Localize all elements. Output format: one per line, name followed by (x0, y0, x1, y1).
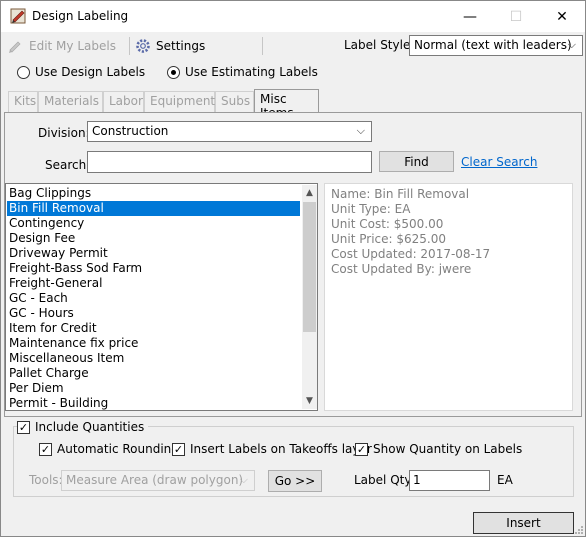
insert-labels-takeoffs-label: Insert Labels on Takeoffs layer (190, 442, 372, 456)
gear-icon (136, 39, 150, 53)
insert-labels-takeoffs-checkbox[interactable]: ✓ Insert Labels on Takeoffs layer (172, 442, 372, 456)
radio-circle-selected (167, 65, 180, 79)
division-select[interactable]: Construction ⌵ (87, 121, 372, 142)
design-labeling-window: Design Labeling — ☐ ✕ Edit My Labels Set… (0, 0, 586, 537)
toolbar-separator (262, 37, 263, 55)
title-bar: Design Labeling — ☐ ✕ (1, 1, 585, 32)
toolbar: Edit My Labels Settings Label Style: Nor… (1, 33, 585, 59)
edit-labels-icon (9, 41, 21, 53)
scroll-down-icon[interactable]: ▼ (302, 393, 317, 409)
use-estimating-labels-label: Use Estimating Labels (185, 65, 318, 79)
use-design-labels-radio[interactable]: Use Design Labels (17, 65, 145, 79)
list-item[interactable]: Miscellaneous Item (7, 351, 300, 366)
chevron-down-icon: ⌵ (567, 38, 576, 51)
go-button[interactable]: Go >> (268, 470, 322, 492)
edit-my-labels-button[interactable]: Edit My Labels (8, 37, 116, 55)
tab-labor[interactable]: Labor (103, 91, 144, 112)
detail-name: Name: Bin Fill Removal (331, 187, 470, 201)
list-item[interactable]: Freight-General (7, 276, 300, 291)
list-item[interactable]: Item for Credit (7, 321, 300, 336)
detail-unit-type: Unit Type: EA (331, 202, 411, 216)
tab-misc-items[interactable]: Misc Items (254, 89, 319, 120)
item-details-panel: Name: Bin Fill Removal Unit Type: EA Uni… (324, 183, 573, 411)
list-item[interactable]: Contingency (7, 216, 300, 231)
division-value: Construction (92, 124, 169, 138)
division-label: Division: (38, 126, 90, 140)
list-item[interactable]: Permit - Building (7, 396, 300, 410)
list-item[interactable]: Per Diem (7, 381, 300, 396)
items-list[interactable]: Bag Clippings Bin Fill Removal Contingen… (5, 183, 318, 411)
label-qty-input[interactable]: 1 (409, 470, 490, 491)
tab-subs[interactable]: Subs (215, 91, 254, 112)
show-quantity-label: Show Quantity on Labels (373, 442, 523, 456)
resize-grip-icon[interactable] (572, 523, 584, 535)
detail-unit-cost: Unit Cost: $500.00 (331, 217, 444, 231)
window-title: Design Labeling (32, 9, 129, 23)
edit-my-labels-label: Edit My Labels (29, 39, 116, 53)
qty-unit-label: EA (497, 473, 513, 487)
include-quantities-checkbox[interactable]: ✓ Include Quantities (17, 420, 149, 434)
list-item[interactable]: Maintenance fix price (7, 336, 300, 351)
automatic-rounding-label: Automatic Rounding (57, 442, 179, 456)
checkmark-icon: ✓ (39, 442, 52, 456)
chevron-down-icon: ⌵ (356, 124, 365, 137)
label-style-value: Normal (text with leaders) (414, 38, 572, 52)
detail-cost-updated-by: Cost Updated By: jwere (331, 262, 472, 276)
checkmark-icon: ✓ (172, 442, 185, 456)
label-qty-label: Label Qty: (354, 473, 415, 487)
list-item-selected[interactable]: Bin Fill Removal (6, 200, 301, 217)
scroll-up-icon[interactable]: ▲ (302, 185, 317, 201)
list-item[interactable]: GC - Hours (7, 306, 300, 321)
label-style-select[interactable]: Normal (text with leaders) ⌵ (409, 35, 583, 56)
chevron-down-icon: ⌵ (239, 473, 248, 486)
clear-search-link[interactable]: Clear Search (461, 155, 537, 169)
list-item[interactable]: Design Fee (7, 231, 300, 246)
tools-value: Measure Area (draw polygon) (66, 473, 244, 487)
settings-button[interactable]: Settings (135, 37, 205, 55)
tab-materials[interactable]: Materials (38, 91, 103, 112)
list-item[interactable]: Bag Clippings (7, 186, 300, 201)
radio-circle (17, 65, 30, 79)
use-estimating-labels-radio[interactable]: Use Estimating Labels (167, 65, 318, 79)
settings-label: Settings (156, 39, 206, 53)
list-item[interactable]: GC - Each (7, 291, 300, 306)
insert-button[interactable]: Insert (473, 512, 574, 534)
toolbar-separator (129, 37, 130, 55)
label-style-label: Label Style: (344, 38, 415, 52)
minimize-button[interactable]: — (447, 1, 493, 32)
tab-kits[interactable]: Kits (8, 91, 38, 112)
find-button[interactable]: Find (379, 151, 454, 172)
list-item[interactable]: Freight-Bass Sod Farm (7, 261, 300, 276)
tab-equipment[interactable]: Equipment (144, 91, 215, 112)
list-scrollbar[interactable]: ▲ ▼ (302, 185, 317, 409)
list-item[interactable]: Driveway Permit (7, 246, 300, 261)
use-design-labels-label: Use Design Labels (35, 65, 146, 79)
checkmark-icon: ✓ (17, 420, 30, 434)
search-label: Search: (45, 158, 91, 172)
maximize-button[interactable]: ☐ (493, 1, 539, 32)
include-quantities-label: Include Quantities (35, 420, 145, 434)
list-item[interactable]: Pallet Charge (7, 366, 300, 381)
show-quantity-checkbox[interactable]: ✓ Show Quantity on Labels (355, 442, 522, 456)
tools-label: Tools: (29, 473, 63, 487)
close-button[interactable]: ✕ (539, 1, 585, 32)
scroll-thumb[interactable] (303, 202, 316, 332)
detail-unit-price: Unit Price: $625.00 (331, 232, 446, 246)
automatic-rounding-checkbox[interactable]: ✓ Automatic Rounding (39, 442, 179, 456)
detail-cost-updated: Cost Updated: 2017-08-17 (331, 247, 491, 261)
tools-select[interactable]: Measure Area (draw polygon) ⌵ (61, 470, 255, 491)
search-input[interactable] (87, 151, 372, 173)
app-icon (10, 8, 26, 24)
checkmark-icon: ✓ (355, 442, 368, 456)
